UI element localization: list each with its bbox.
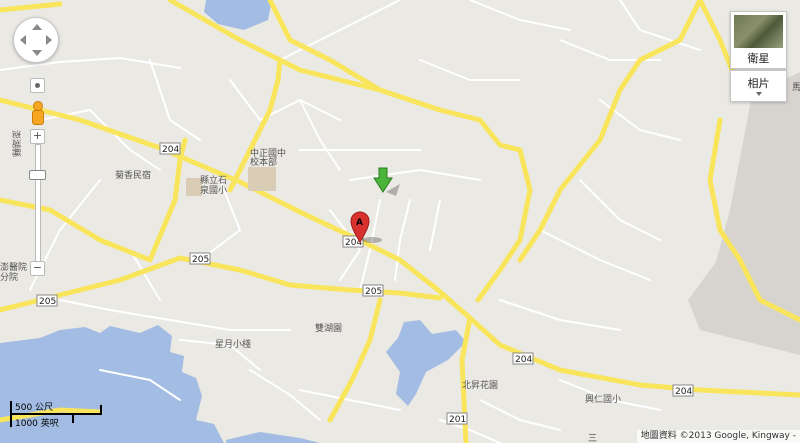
satellite-thumbnail (734, 15, 783, 48)
satellite-button[interactable]: 衛星 (730, 11, 787, 69)
label-hosp-b: 分院 (0, 271, 18, 283)
marker-a-label: A (356, 218, 363, 228)
pegman-body (32, 110, 44, 125)
pan-up-icon[interactable] (32, 24, 42, 30)
svg-text:205: 205 (39, 297, 56, 307)
svg-text:204: 204 (162, 145, 179, 155)
route-204-shield-3: 204 (512, 352, 534, 365)
zoom-control: + − (27, 75, 47, 280)
svg-text:201: 201 (449, 415, 466, 425)
svg-text:205: 205 (365, 287, 382, 297)
zoom-in-button[interactable]: + (30, 129, 45, 144)
route-205-shield-3: 205 (362, 284, 384, 297)
label-school3: 興仁國小 (585, 393, 621, 405)
route-204-shield-4: 204 (672, 384, 694, 397)
pan-down-icon[interactable] (32, 50, 42, 56)
scale-metric: 500 公尺 (15, 403, 54, 413)
map-canvas[interactable]: 204 204 204 204 205 205 205 201 中正國中 校本部… (0, 0, 800, 443)
label-school2b: 泉國小 (200, 184, 227, 196)
route-205-shield-1: 205 (189, 252, 211, 265)
svg-text:204: 204 (515, 355, 532, 365)
route-201-shield: 201 (446, 412, 468, 425)
zoom-slider-track[interactable] (35, 144, 41, 262)
label-edge-right: 馬 (792, 82, 800, 93)
label-lake: 雙湖園 (315, 322, 342, 334)
pan-right-icon[interactable] (46, 35, 52, 45)
school-grounds (248, 167, 276, 191)
route-204-shield-1: 204 (159, 142, 181, 155)
map-attribution: 地圖資料 ©2013 Google, Kingway - (636, 430, 800, 443)
chevron-down-icon (756, 92, 762, 96)
scale-bar: 500 公尺 1000 英呎 (8, 399, 104, 429)
svg-text:205: 205 (192, 255, 209, 265)
map-view[interactable]: 204 204 204 204 205 205 205 201 中正國中 校本部… (0, 0, 800, 443)
zoom-out-button[interactable]: − (30, 261, 45, 276)
svg-text:204: 204 (675, 387, 692, 397)
label-garden: 北昇花園 (462, 379, 498, 391)
scale-imperial: 1000 英呎 (15, 419, 59, 429)
label-hosp-a: 澎醫院 (0, 261, 27, 273)
zoom-slider-thumb[interactable] (29, 170, 46, 180)
label-bottom-edge: 三 (588, 434, 597, 443)
photo-dropdown[interactable]: 相片 (730, 70, 787, 102)
label-edge-left: 澎湖縣 (10, 130, 22, 157)
label-school2a: 縣立石 (200, 174, 227, 186)
pan-control[interactable] (13, 17, 59, 63)
label-minsu: 菊香民宿 (115, 169, 151, 181)
center-map-icon[interactable] (30, 78, 45, 93)
pan-left-icon[interactable] (20, 35, 26, 45)
satellite-label: 衛星 (747, 52, 770, 65)
photo-label: 相片 (747, 77, 770, 90)
route-205-shield-2: 205 (36, 294, 58, 307)
pegman-icon[interactable] (30, 101, 44, 129)
label-village: 星月小棧 (215, 338, 251, 350)
label-campus: 校本部 (250, 156, 277, 168)
